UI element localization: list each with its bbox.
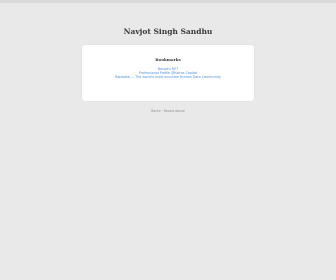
page-title: Navjot Singh Sandhu [123,27,213,36]
bookmarks-heading: Bookmarks [155,57,181,62]
bookmarks-list: Navjot's NFT Professional Profile @Kairo… [82,67,254,80]
top-bar [0,0,336,3]
footer: Bento·Report abuse [0,109,336,113]
footer-link[interactable]: Report abuse [164,109,185,113]
bookmark-link-rapidata[interactable]: Rapidata — The world's most accurate Hum… [82,75,254,79]
bookmarks-card: Bookmarks Navjot's NFT Professional Prof… [82,45,254,101]
footer-brand: Bento [151,109,161,113]
